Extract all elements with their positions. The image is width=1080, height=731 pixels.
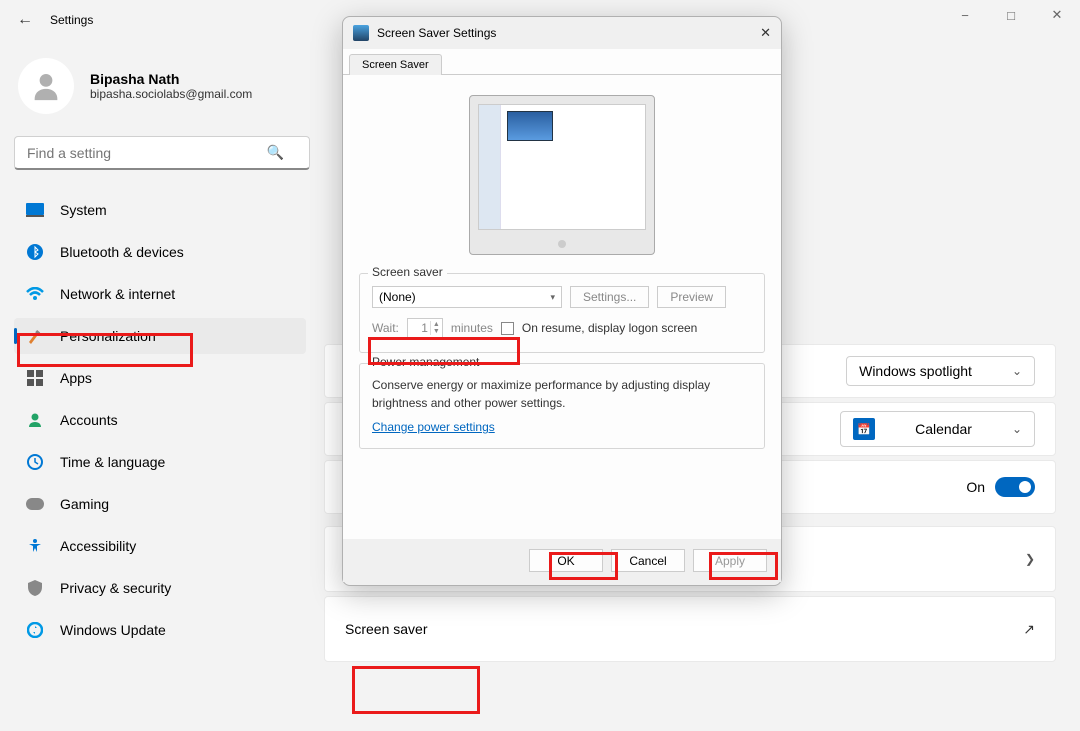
back-button[interactable]: ← (10, 5, 40, 35)
nav-bluetooth[interactable]: Bluetooth & devices (14, 234, 306, 270)
nav-label: System (60, 202, 107, 218)
nav-label: Privacy & security (60, 580, 171, 596)
ok-button[interactable]: OK (529, 549, 603, 572)
wait-input[interactable] (408, 321, 430, 335)
wait-spinner[interactable]: ▲▼ (407, 318, 443, 338)
user-name: Bipasha Nath (90, 71, 252, 87)
clock-icon (26, 453, 44, 471)
nav-time[interactable]: Time & language (14, 444, 306, 480)
group-label: Power management (368, 355, 483, 369)
dialog-icon (353, 25, 369, 41)
nav-label: Accounts (60, 412, 118, 428)
close-button[interactable]: ✕ (1034, 0, 1080, 30)
nav-label: Gaming (60, 496, 109, 512)
window-title: Settings (50, 13, 93, 27)
shield-icon (26, 579, 44, 597)
apps-icon (26, 369, 44, 387)
update-icon (26, 621, 44, 639)
search-icon: 🔍 (267, 144, 284, 161)
select-value: (None) (379, 290, 416, 304)
on-resume-label: On resume, display logon screen (522, 321, 697, 335)
screen-saver-dialog: Screen Saver Settings ✕ Screen Saver Scr… (342, 16, 782, 586)
nav-accessibility[interactable]: Accessibility (14, 528, 306, 564)
chevron-down-icon: ⌄ (1012, 422, 1022, 436)
person-icon (26, 411, 44, 429)
chevron-right-icon: ❯ (1025, 552, 1035, 566)
row-label: Screen saver (345, 621, 427, 637)
pm-description: Conserve energy or maximize performance … (372, 376, 752, 412)
group-label: Screen saver (368, 265, 447, 279)
cancel-button[interactable]: Cancel (611, 549, 685, 572)
toggle-switch[interactable] (995, 477, 1035, 497)
nav-privacy[interactable]: Privacy & security (14, 570, 306, 606)
accessibility-icon (26, 537, 44, 555)
nav-apps[interactable]: Apps (14, 360, 306, 396)
spin-up-icon[interactable]: ▲ (431, 321, 442, 328)
gamepad-icon (26, 495, 44, 513)
power-management-group: Power management Conserve energy or maxi… (359, 363, 765, 449)
calendar-dropdown[interactable]: 📅 Calendar ⌄ (840, 411, 1035, 447)
screensaver-select[interactable]: (None) ▾ (372, 286, 562, 308)
nav-update[interactable]: Windows Update (14, 612, 306, 648)
nav-label: Apps (60, 370, 92, 386)
bluetooth-icon (26, 243, 44, 261)
preview-button[interactable]: Preview (657, 286, 726, 308)
minimize-button[interactable]: − (942, 0, 988, 30)
wait-label: Wait: (372, 321, 399, 335)
dropdown-value: Windows spotlight (859, 363, 972, 379)
open-external-icon: ↗ (1023, 621, 1035, 638)
avatar[interactable] (18, 58, 74, 114)
maximize-button[interactable]: □ (988, 0, 1034, 30)
nav-network[interactable]: Network & internet (14, 276, 306, 312)
spin-down-icon[interactable]: ▼ (431, 328, 442, 335)
calendar-icon: 📅 (853, 418, 875, 440)
chevron-down-icon: ▾ (550, 292, 555, 303)
nav-personalization[interactable]: Personalization (14, 318, 306, 354)
nav-label: Accessibility (60, 538, 136, 554)
monitor-preview (469, 95, 655, 255)
system-icon (26, 201, 44, 219)
nav-label: Network & internet (60, 286, 175, 302)
sidebar: Bipasha Nath bipasha.sociolabs@gmail.com… (0, 40, 310, 731)
chevron-down-icon: ⌄ (1012, 364, 1022, 378)
screen-saver-group: Screen saver (None)▾ Settings... Preview… (359, 273, 765, 353)
wifi-icon (26, 285, 44, 303)
nav-label: Windows Update (60, 622, 166, 638)
dropdown-value: Calendar (915, 421, 972, 437)
dialog-title: Screen Saver Settings (377, 26, 496, 40)
dialog-close-button[interactable]: ✕ (760, 25, 771, 41)
nav-label: Time & language (60, 454, 165, 470)
spotlight-dropdown[interactable]: Windows spotlight ⌄ (846, 356, 1035, 386)
nav-system[interactable]: System (14, 192, 306, 228)
change-power-settings-link[interactable]: Change power settings (372, 420, 495, 434)
toggle-label: On (966, 479, 985, 495)
nav-label: Personalization (60, 328, 156, 344)
nav-accounts[interactable]: Accounts (14, 402, 306, 438)
nav-label: Bluetooth & devices (60, 244, 184, 260)
user-email: bipasha.sociolabs@gmail.com (90, 87, 252, 101)
minutes-label: minutes (451, 321, 493, 335)
settings-button[interactable]: Settings... (570, 286, 649, 308)
apply-button[interactable]: Apply (693, 549, 767, 572)
row-screen-saver[interactable]: Screen saver ↗ (324, 596, 1056, 662)
paintbrush-icon (26, 327, 44, 345)
nav-gaming[interactable]: Gaming (14, 486, 306, 522)
on-resume-checkbox[interactable] (501, 322, 514, 335)
tab-screen-saver[interactable]: Screen Saver (349, 54, 442, 75)
